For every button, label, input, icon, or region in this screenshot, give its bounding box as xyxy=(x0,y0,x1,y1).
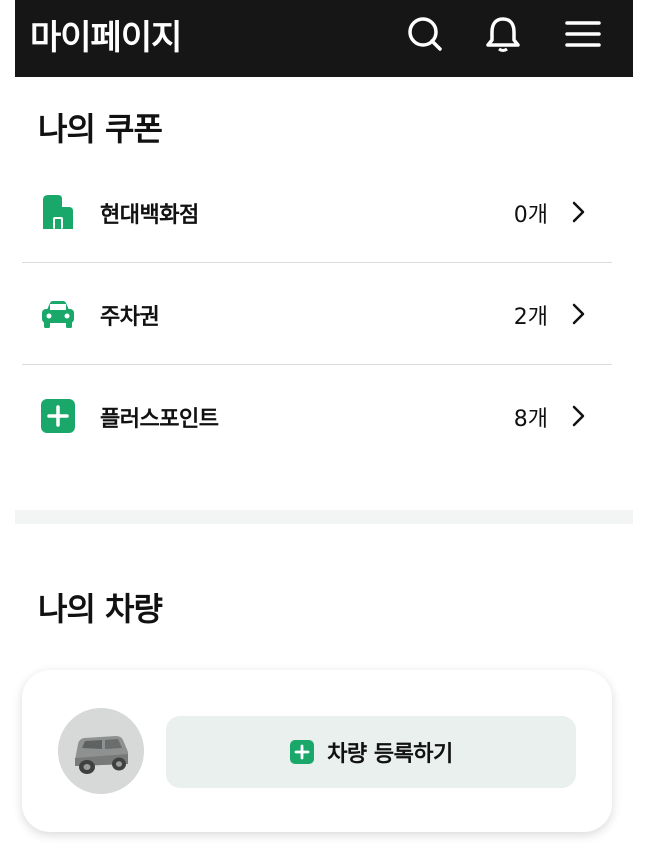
vehicles-section-title: 나의 차량 xyxy=(38,590,163,628)
register-vehicle-button[interactable]: 차량 등록하기 xyxy=(166,716,576,788)
plus-square-icon xyxy=(289,739,315,765)
my-page: 마이페이지 나의 쿠폰 현대백화점 0개 주차권 2개 플러스포인트 8개 나의… xyxy=(15,0,633,864)
bell-icon[interactable] xyxy=(483,14,523,54)
section-divider xyxy=(15,510,633,524)
plus-square-icon xyxy=(40,398,76,434)
app-header: 마이페이지 xyxy=(15,0,633,77)
coupons-section-title: 나의 쿠폰 xyxy=(38,110,163,148)
coupon-label: 플러스포인트 xyxy=(100,407,219,432)
page-title: 마이페이지 xyxy=(30,18,182,58)
coupon-label: 현대백화점 xyxy=(100,203,199,228)
coupon-count: 2개 xyxy=(513,305,548,330)
store-icon xyxy=(40,194,76,230)
menu-icon[interactable] xyxy=(563,14,603,54)
coupon-row-hyundai[interactable]: 현대백화점 0개 xyxy=(22,162,612,262)
coupon-row-pluspoint[interactable]: 플러스포인트 8개 xyxy=(22,366,612,466)
divider xyxy=(22,364,612,365)
coupon-count: 8개 xyxy=(513,407,548,432)
chevron-right-icon xyxy=(568,402,590,430)
register-vehicle-label: 차량 등록하기 xyxy=(327,742,453,767)
divider xyxy=(22,262,612,263)
coupon-count: 0개 xyxy=(513,203,548,228)
chevron-right-icon xyxy=(568,300,590,328)
vehicle-card: 차량 등록하기 xyxy=(22,670,612,832)
coupon-row-parking[interactable]: 주차권 2개 xyxy=(22,264,612,364)
car-icon xyxy=(40,296,76,332)
car-avatar-icon xyxy=(58,708,144,794)
chevron-right-icon xyxy=(568,198,590,226)
search-icon[interactable] xyxy=(405,14,445,54)
coupon-label: 주차권 xyxy=(100,305,160,330)
